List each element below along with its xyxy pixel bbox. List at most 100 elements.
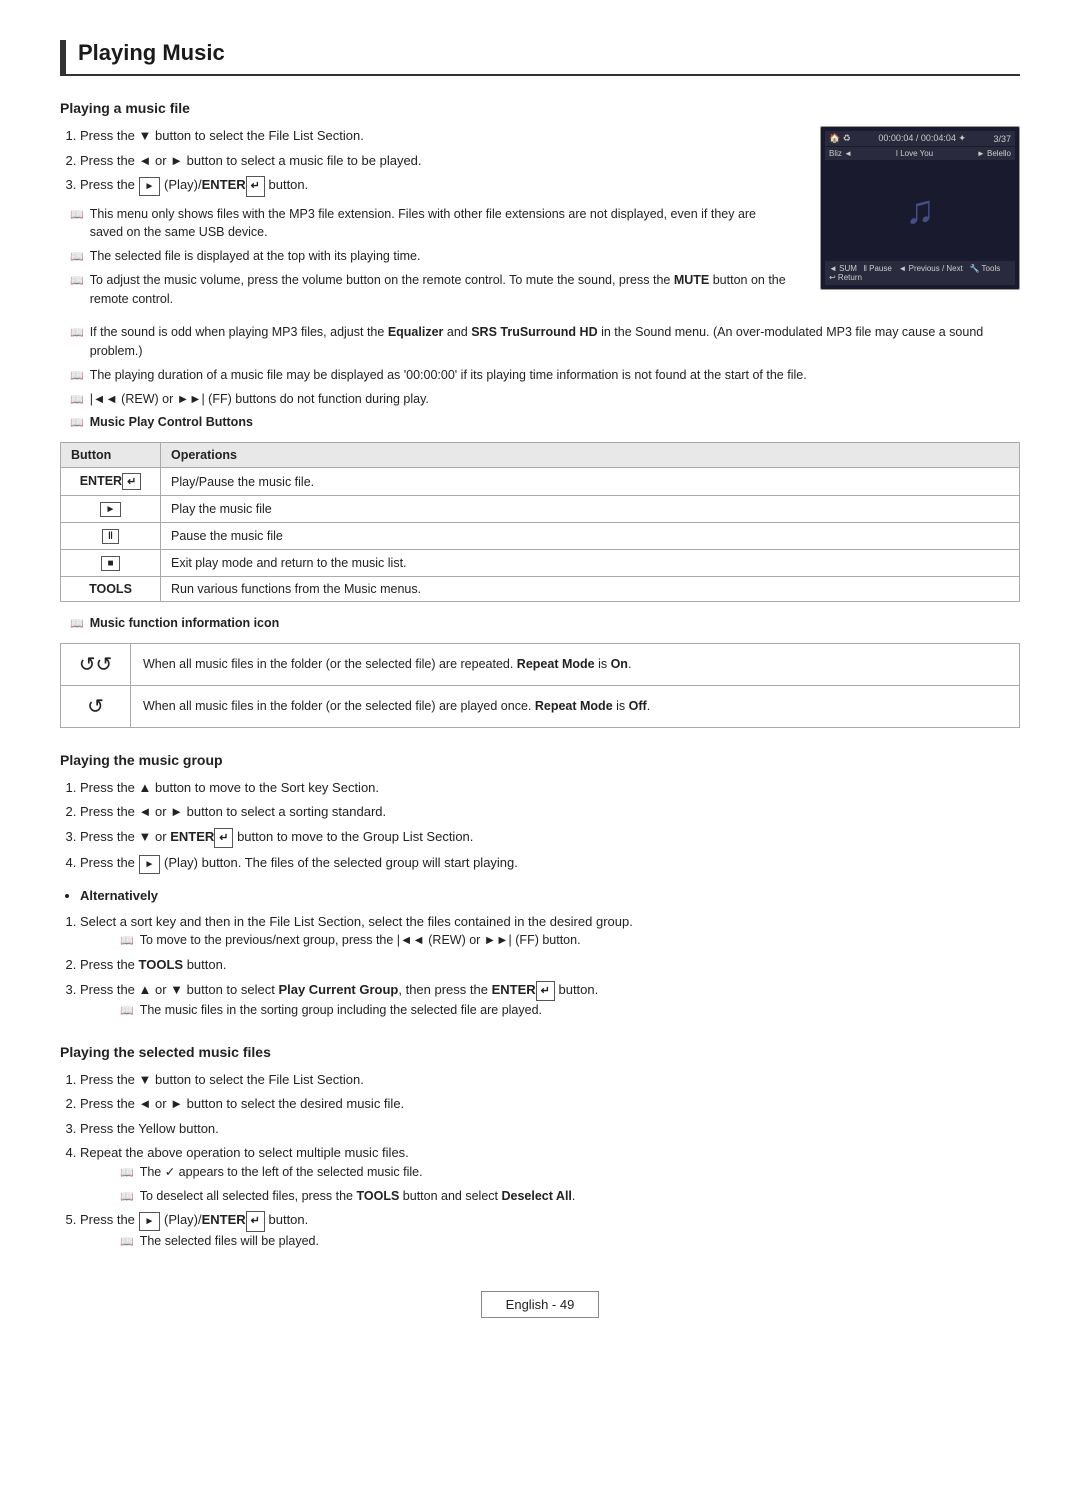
sel-note-5: 📖 The selected files will be played.	[110, 1232, 1020, 1251]
note-icon-table: 📖	[70, 415, 84, 432]
step-2: Press the ◄ or ► button to select a musi…	[80, 151, 790, 171]
note-text-alt2: The music files in the sorting group inc…	[140, 1001, 542, 1020]
music-player-preview: 🏠 ♻ 00:00:04 / 00:04:04 ✦ 3/37 Bliz ◄ I …	[820, 126, 1020, 290]
table-row: TOOLS Run various functions from the Mus…	[61, 577, 1020, 602]
table-section-label: Music Play Control Buttons	[90, 413, 253, 432]
note-4: 📖 If the sound is odd when playing MP3 f…	[60, 323, 1020, 361]
table-row: ‖ Pause the music file	[61, 523, 1020, 550]
note-icon-1: 📖	[70, 207, 84, 224]
group-step-4: Press the ► (Play) button. The files of …	[80, 853, 1020, 874]
icon-repeat-all: ↺↺	[61, 643, 131, 685]
section-playing-music-group: Playing the music group Press the ▲ butt…	[60, 752, 1020, 1020]
note-text-1: This menu only shows files with the MP3 …	[90, 205, 790, 243]
play-btn-icon: ►	[100, 502, 122, 517]
player-bottom-bar: ◄ SUM ‖ Pause ◄ Previous / Next 🔧 Tools …	[825, 261, 1015, 285]
player-controls: ◄ SUM ‖ Pause ◄ Previous / Next 🔧 Tools …	[829, 264, 1011, 282]
col-operations: Operations	[161, 443, 1020, 468]
icon-repeat-once: ↺	[61, 685, 131, 727]
note-icon-alt1: 📖	[120, 933, 134, 950]
note-text-6: |◄◄ (REW) or ►►| (FF) buttons do not fun…	[90, 390, 429, 409]
music-group-steps: Press the ▲ button to move to the Sort k…	[60, 778, 1020, 875]
enter-icon: ↵	[122, 473, 141, 490]
note-text-5: The playing duration of a music file may…	[90, 366, 807, 385]
alt-step-2: Press the TOOLS button.	[80, 955, 1020, 975]
op-stop: Exit play mode and return to the music l…	[161, 550, 1020, 577]
music-file-steps: Press the ▼ button to select the File Li…	[60, 126, 790, 197]
op-tools: Run various functions from the Music men…	[161, 577, 1020, 602]
note-icon-3: 📖	[70, 273, 84, 290]
note-1: 📖 This menu only shows files with the MP…	[60, 205, 790, 243]
btn-pause: ‖	[61, 523, 161, 550]
alternatively-list: Alternatively	[60, 886, 1020, 906]
sel-note-4b: 📖 To deselect all selected files, press …	[110, 1187, 1020, 1206]
control-buttons-table: Button Operations ENTER↵ Play/Pause the …	[60, 442, 1020, 602]
note-icon-sel4a: 📖	[120, 1165, 134, 1182]
alt-note-2: 📖 The music files in the sorting group i…	[110, 1001, 1020, 1020]
op-enter: Play/Pause the music file.	[161, 468, 1020, 496]
alt-step-3: Press the ▲ or ▼ button to select Play C…	[80, 980, 1020, 1020]
sel-note-4a: 📖 The ✓ appears to the left of the selec…	[110, 1163, 1020, 1182]
section-title-music-file: Playing a music file	[60, 100, 1020, 116]
note-icon-alt2: 📖	[120, 1003, 134, 1020]
next-track: ► Belello	[977, 149, 1011, 158]
table-row: ENTER↵ Play/Pause the music file.	[61, 468, 1020, 496]
step-3: Press the ► (Play)/ENTER↵ button.	[80, 175, 790, 197]
note-3: 📖 To adjust the music volume, press the …	[60, 271, 790, 309]
enter-btn: ↵	[246, 176, 265, 197]
alt-steps: Select a sort key and then in the File L…	[60, 912, 1020, 1020]
note-text-sel5: The selected files will be played.	[140, 1232, 319, 1251]
btn-tools: TOOLS	[61, 577, 161, 602]
note-icon-4: 📖	[70, 325, 84, 342]
note-text-2: The selected file is displayed at the to…	[90, 247, 421, 266]
note-icon-5: 📖	[70, 368, 84, 385]
sel-step-1: Press the ▼ button to select the File Li…	[80, 1070, 1020, 1090]
note-text-4: If the sound is odd when playing MP3 fil…	[90, 323, 1020, 361]
music-play-control-label: 📖 Music Play Control Buttons	[60, 413, 1020, 432]
alt-step-1: Select a sort key and then in the File L…	[80, 912, 1020, 950]
sel-step-5: Press the ► (Play)/ENTER↵ button. 📖 The …	[80, 1210, 1020, 1250]
note-5: 📖 The playing duration of a music file m…	[60, 366, 1020, 385]
pause-btn-icon: ‖	[102, 529, 119, 544]
player-track-bar: Bliz ◄ I Love You ► Belello	[825, 147, 1015, 160]
op-pause: Pause the music file	[161, 523, 1020, 550]
btn-stop: ■	[61, 550, 161, 577]
function-icon-table: ↺↺ When all music files in the folder (o…	[60, 643, 1020, 728]
table-row: ► Play the music file	[61, 496, 1020, 523]
table-row: ↺↺ When all music files in the folder (o…	[61, 643, 1020, 685]
table-row: ■ Exit play mode and return to the music…	[61, 550, 1020, 577]
stop-btn-icon: ■	[101, 556, 119, 571]
section-title-music-group: Playing the music group	[60, 752, 1020, 768]
section-playing-music-file: Playing a music file Press the ▼ button …	[60, 100, 1020, 728]
music-file-instructions: Press the ▼ button to select the File Li…	[60, 126, 790, 313]
group-step-1: Press the ▲ button to move to the Sort k…	[80, 778, 1020, 798]
note-text-3: To adjust the music volume, press the vo…	[90, 271, 790, 309]
player-icon: 🏠 ♻	[829, 133, 851, 144]
enter-btn-g3: ↵	[214, 828, 233, 849]
page-title: Playing Music	[60, 40, 1020, 76]
sel-step-4: Repeat the above operation to select mul…	[80, 1143, 1020, 1205]
note-text-alt1: To move to the previous/next group, pres…	[140, 931, 581, 950]
note-icon-func: 📖	[70, 616, 84, 633]
op-play: Play the music file	[161, 496, 1020, 523]
btn-enter: ENTER↵	[61, 468, 161, 496]
group-step-2: Press the ◄ or ► button to select a sort…	[80, 802, 1020, 822]
prev-track: Bliz ◄	[829, 149, 852, 158]
col-button: Button	[61, 443, 161, 468]
play-icon-sel5: ►	[139, 1212, 161, 1231]
music-note-icon: ♫	[905, 188, 935, 233]
player-track-num: 3/37	[993, 134, 1011, 144]
footer-label: English - 49	[481, 1291, 600, 1318]
note-text-sel4a: The ✓ appears to the left of the selecte…	[140, 1163, 423, 1182]
note-6: 📖 |◄◄ (REW) or ►►| (FF) buttons do not f…	[60, 390, 1020, 409]
btn-play: ►	[61, 496, 161, 523]
player-top-bar: 🏠 ♻ 00:00:04 / 00:04:04 ✦ 3/37	[825, 131, 1015, 146]
note-icon-2: 📖	[70, 249, 84, 266]
table-row: ↺ When all music files in the folder (or…	[61, 685, 1020, 727]
note-text-sel4b: To deselect all selected files, press th…	[140, 1187, 576, 1206]
note-2: 📖 The selected file is displayed at the …	[60, 247, 790, 266]
sel-step-2: Press the ◄ or ► button to select the de…	[80, 1094, 1020, 1114]
alt-note-1: 📖 To move to the previous/next group, pr…	[110, 931, 1020, 950]
enter-btn-alt3: ↵	[536, 981, 555, 1002]
icon-section-label: Music function information icon	[90, 614, 280, 633]
note-icon-sel5: 📖	[120, 1234, 134, 1251]
